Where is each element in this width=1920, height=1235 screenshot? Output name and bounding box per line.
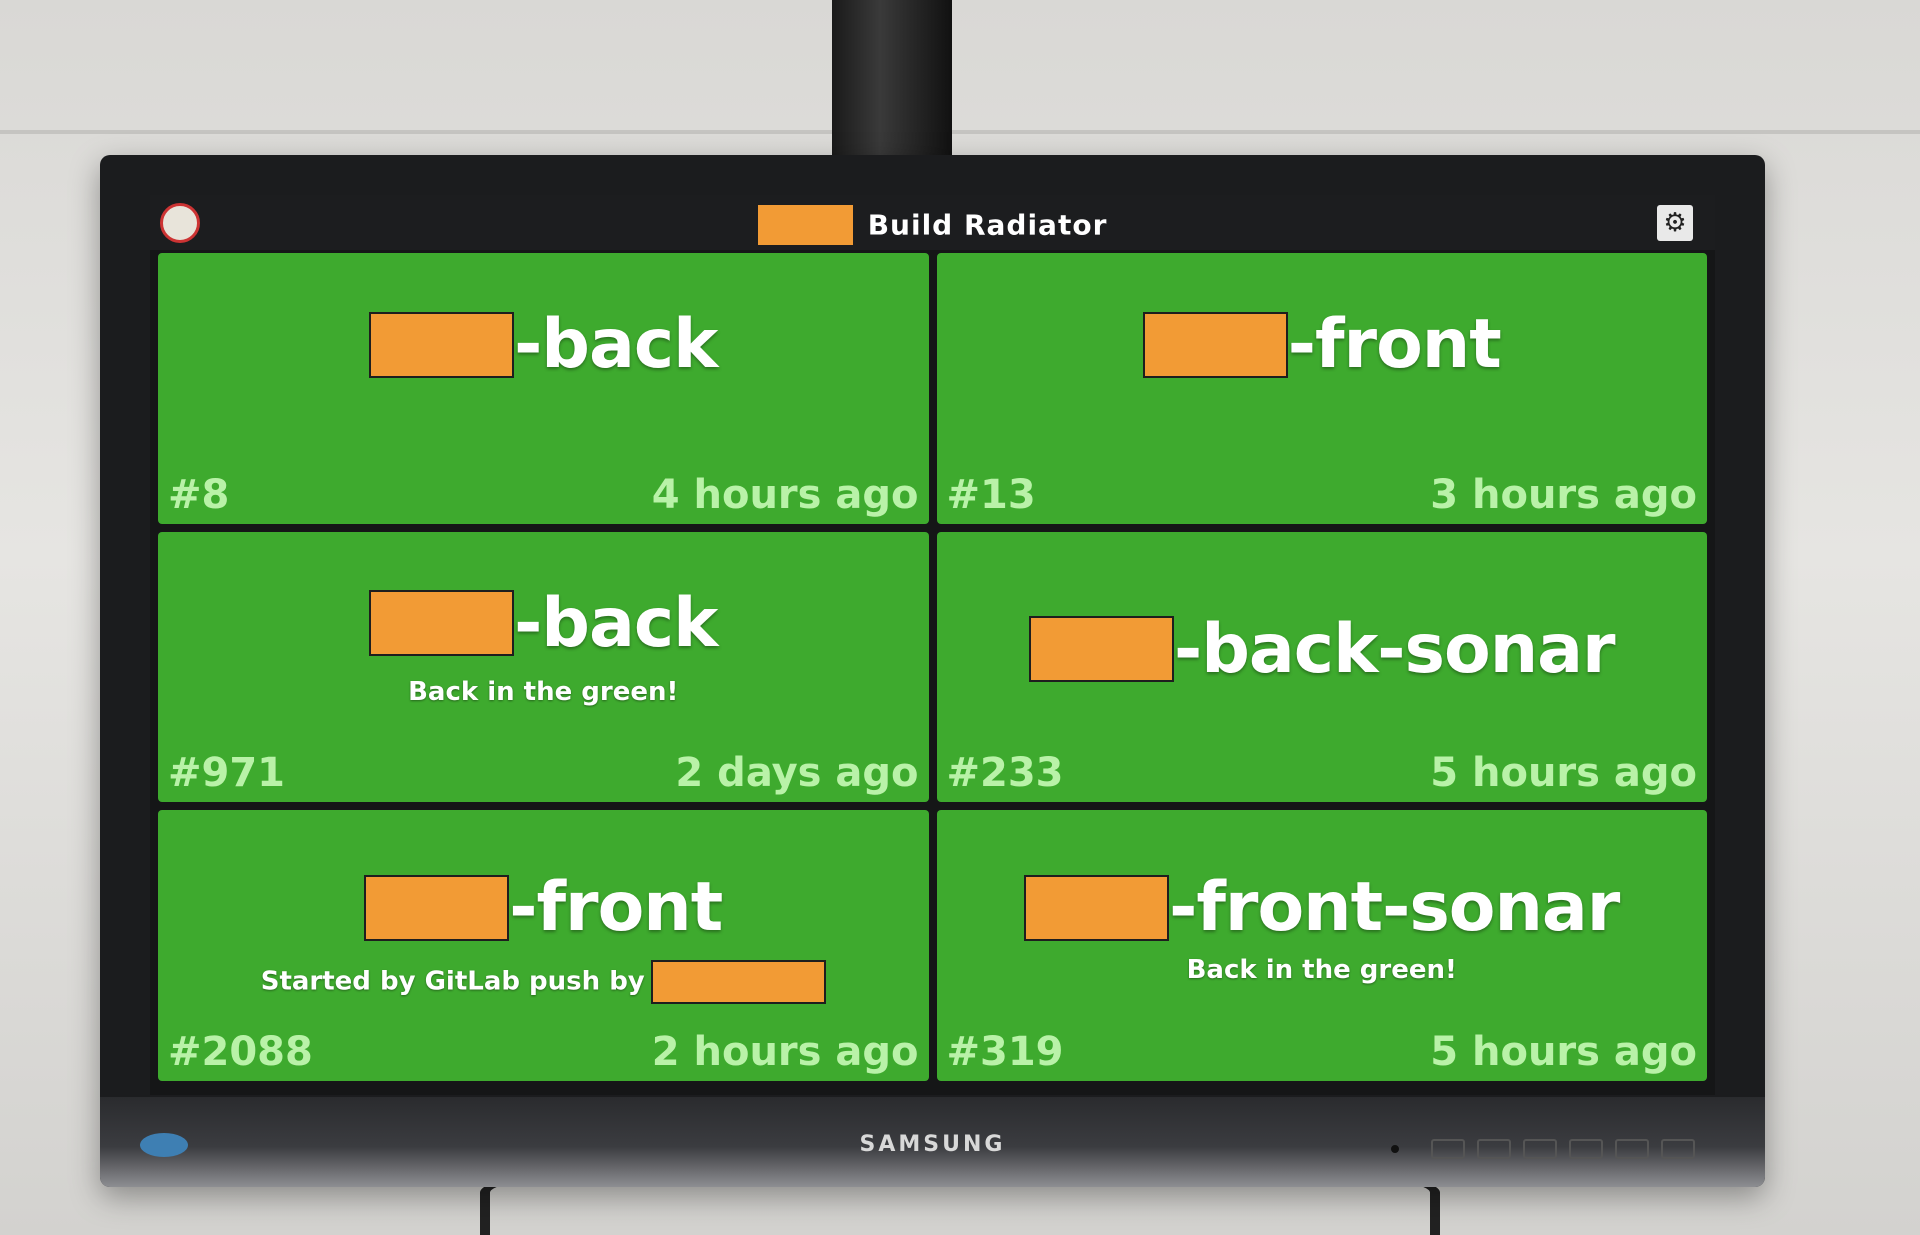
build-cause-text: Started by GitLab push by [260, 966, 645, 997]
build-time: 3 hours ago [1430, 471, 1697, 518]
monitor-button[interactable] [1431, 1139, 1465, 1159]
build-number: #233 [946, 750, 1064, 797]
job-name: -front [1287, 305, 1502, 384]
redacted-job-prefix [369, 590, 515, 657]
redacted-job-prefix [1024, 874, 1170, 941]
ceiling-line [0, 130, 1920, 134]
build-tile[interactable]: -front Started by GitLab push by #2088 2… [158, 810, 929, 1081]
title-bar: Build Radiator [150, 205, 1715, 245]
redacted-user [650, 960, 826, 1005]
build-number: #971 [168, 750, 286, 797]
job-name: -back [514, 305, 718, 384]
build-tile[interactable]: -back #8 4 hours ago [158, 253, 929, 524]
job-name: -back-sonar [1173, 609, 1616, 689]
job-title: -front-sonar [937, 868, 1708, 947]
build-time: 4 hours ago [651, 471, 919, 518]
monitor-brand: SAMSUNG [859, 1132, 1006, 1157]
build-tile[interactable]: -front #13 3 hours ago [936, 253, 1708, 524]
power-button[interactable] [1661, 1139, 1695, 1159]
job-title: -front [158, 868, 929, 947]
build-time: 2 hours ago [651, 1028, 919, 1075]
job-name: -front-sonar [1169, 868, 1620, 948]
redacted-job-prefix [1028, 616, 1174, 683]
job-title: -back [158, 305, 929, 384]
build-cause: Back in the green! [1186, 955, 1457, 986]
build-tile[interactable]: -back-sonar #233 5 hours ago [936, 531, 1708, 803]
power-led-icon [1391, 1145, 1399, 1153]
job-name: -back [514, 583, 718, 663]
monitor-button[interactable] [1569, 1139, 1603, 1159]
build-tile[interactable]: -back Back in the green! #971 2 days ago [158, 531, 929, 803]
build-time: 5 hours ago [1430, 750, 1697, 797]
monitor-button[interactable] [1615, 1139, 1649, 1159]
build-cause: Started by GitLab push by [158, 960, 929, 1005]
page-title: Build Radiator [867, 208, 1108, 242]
top-bar: Build Radiator ⚙ [150, 195, 1715, 250]
gear-icon[interactable]: ⚙ [1657, 205, 1693, 241]
job-title: -front [937, 305, 1708, 384]
redacted-job-prefix [369, 311, 515, 378]
monitor-buttons [1391, 1139, 1695, 1159]
job-name: -front [509, 868, 723, 948]
monitor-button[interactable] [1477, 1139, 1511, 1159]
job-title: -back-sonar [937, 610, 1708, 689]
redacted-title-prefix [757, 205, 853, 245]
build-cause: Back in the green! [408, 676, 679, 707]
build-time: 5 hours ago [1430, 1028, 1697, 1075]
mount-pole [832, 0, 952, 175]
energy-logo-icon [140, 1133, 188, 1157]
build-grid: -back #8 4 hours ago -front #13 3 hours … [158, 253, 1707, 1081]
build-number: #8 [168, 471, 230, 518]
build-number: #2088 [168, 1028, 313, 1075]
build-radiator-screen: Build Radiator ⚙ -back #8 4 hours ago -f… [150, 195, 1715, 1095]
job-title: -back [158, 584, 929, 663]
build-number: #319 [946, 1028, 1064, 1075]
redacted-job-prefix [1142, 311, 1288, 378]
build-tile[interactable]: -front-sonar Back in the green! #319 5 h… [936, 810, 1708, 1081]
monitor: Build Radiator ⚙ -back #8 4 hours ago -f… [100, 155, 1765, 1187]
monitor-bezel-bottom: SAMSUNG [100, 1097, 1765, 1187]
redacted-job-prefix [364, 874, 510, 941]
monitor-button[interactable] [1523, 1139, 1557, 1159]
build-number: #13 [946, 471, 1036, 518]
build-time: 2 days ago [675, 750, 919, 797]
